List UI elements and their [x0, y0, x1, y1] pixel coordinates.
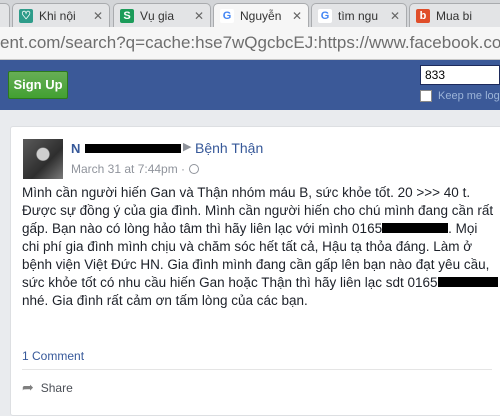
- tab-tim-ngu[interactable]: G tìm ngu ✕: [311, 3, 407, 27]
- tab-vu-gia[interactable]: S Vụ gia ✕: [113, 3, 211, 27]
- post-body: Mình cần người hiến Gan và Thận nhóm máu…: [22, 184, 498, 310]
- keep-logged-in[interactable]: Keep me log: [420, 90, 500, 102]
- tab-title: Mua bi: [436, 8, 473, 23]
- share-icon: ➦: [22, 379, 34, 395]
- url-text[interactable]: ent.com/search?q=cache:hse7wQgcbcEJ:http…: [0, 31, 500, 55]
- tab-khi-noi[interactable]: ♡ Khi nội ✕: [12, 3, 110, 27]
- keep-logged-in-checkbox[interactable]: [420, 90, 432, 102]
- arrow-right-icon: ▶: [183, 141, 192, 153]
- keep-logged-in-label: Keep me log: [438, 90, 500, 102]
- author-initial: N: [71, 141, 81, 156]
- tab-nguyen[interactable]: G Nguyễn ✕: [213, 3, 309, 27]
- author-name[interactable]: N: [71, 141, 181, 157]
- redaction-bar: [85, 144, 181, 153]
- sign-up-button[interactable]: Sign Up: [8, 71, 68, 99]
- close-icon[interactable]: ✕: [390, 9, 400, 23]
- facebook-header: Sign Up 833 Keep me log: [0, 60, 500, 110]
- tab-title: tìm ngu: [338, 8, 379, 23]
- group-link[interactable]: Bệnh Thận: [195, 140, 263, 156]
- avatar[interactable]: [23, 139, 63, 179]
- google-tab-icon: G: [318, 8, 332, 23]
- globe-icon: [189, 164, 200, 174]
- close-icon[interactable]: ✕: [194, 9, 204, 23]
- google-tab-icon: G: [220, 9, 234, 23]
- divider: [22, 369, 492, 370]
- comments-link[interactable]: 1 Comment: [22, 349, 84, 363]
- post-text-3: nhé. Gia đình rất cảm ơn tấm lòng của cá…: [22, 293, 308, 308]
- tab-partial[interactable]: [0, 3, 10, 27]
- close-icon[interactable]: ✕: [93, 9, 103, 23]
- url-path: /search?q=cache:hse7wQgcbcEJ:https://www…: [60, 33, 500, 52]
- s-tab-icon: S: [120, 8, 134, 23]
- tab-title: Vụ gia: [140, 8, 175, 23]
- post-card: N ▶ Bệnh Thận March 31 at 7:44pm · Mình …: [10, 126, 500, 416]
- address-bar[interactable]: ent.com/search?q=cache:hse7wQgcbcEJ:http…: [0, 27, 500, 60]
- browser-tab-strip: ♡ Khi nội ✕ S Vụ gia ✕ G Nguyễn ✕ G tìm …: [0, 0, 500, 27]
- tab-title: Nguyễn: [240, 9, 282, 23]
- redaction-bar: [382, 223, 449, 233]
- close-icon[interactable]: ✕: [292, 9, 302, 23]
- timestamp-text: March 31 at 7:44pm ·: [71, 162, 186, 176]
- shop-tab-icon: b: [416, 8, 430, 23]
- redaction-bar: [437, 277, 498, 287]
- share-button[interactable]: ➦ Share: [22, 379, 73, 396]
- heart-tab-icon: ♡: [19, 8, 33, 23]
- url-domain: ent.com: [0, 33, 61, 52]
- email-field[interactable]: 833: [420, 65, 500, 85]
- share-label: Share: [40, 380, 73, 395]
- tab-title: Khi nội: [39, 8, 76, 23]
- post-timestamp[interactable]: March 31 at 7:44pm ·: [71, 162, 200, 176]
- tab-mua-bi[interactable]: b Mua bi: [409, 3, 500, 27]
